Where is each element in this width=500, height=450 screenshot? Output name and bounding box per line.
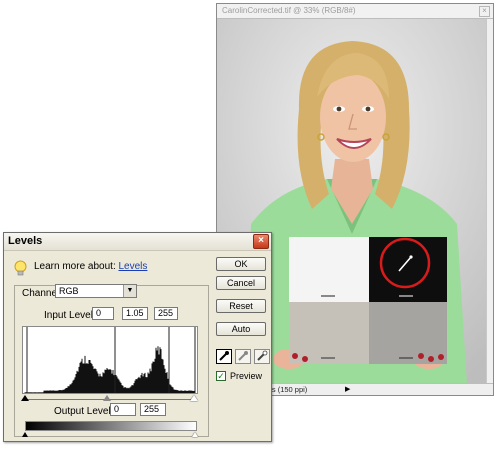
- input-black-slider-handle[interactable]: [21, 395, 29, 401]
- input-white-slider-handle[interactable]: [190, 395, 198, 401]
- white-point-eyedropper-icon[interactable]: [254, 349, 270, 364]
- lightbulb-icon: [14, 260, 27, 276]
- gray-point-eyedropper-icon[interactable]: [235, 349, 251, 364]
- channel-value: RGB: [59, 286, 79, 296]
- output-white-field[interactable]: 255: [140, 403, 166, 416]
- auto-button[interactable]: Auto: [216, 322, 266, 336]
- histogram: [22, 326, 198, 394]
- vertical-scrollbar[interactable]: [486, 19, 493, 385]
- dialog-titlebar[interactable]: Levels ×: [4, 233, 271, 251]
- learn-more-link[interactable]: Levels: [119, 261, 148, 272]
- image-window-close-button[interactable]: ×: [479, 6, 490, 17]
- input-gamma-slider-handle[interactable]: [103, 395, 111, 401]
- output-white-slider-handle[interactable]: [192, 432, 198, 437]
- ok-button[interactable]: OK: [216, 257, 266, 271]
- output-black-slider-handle[interactable]: [22, 432, 28, 437]
- learn-more-prefix: Learn more about:: [34, 261, 116, 272]
- gray-card: [289, 237, 447, 364]
- levels-dialog: Levels × Learn more about: Levels Channe…: [3, 232, 272, 442]
- preview-checkbox[interactable]: ✓: [216, 371, 226, 381]
- input-black-field[interactable]: 0: [92, 307, 114, 320]
- cancel-button[interactable]: Cancel: [216, 276, 266, 290]
- input-gamma-field[interactable]: 1.05: [122, 307, 148, 320]
- image-window-titlebar[interactable]: CarolinCorrected.tif @ 33% (RGB/8#) ×: [217, 4, 493, 19]
- output-black-field[interactable]: 0: [110, 403, 136, 416]
- black-point-eyedropper-icon[interactable]: [216, 349, 232, 364]
- dialog-close-button[interactable]: ×: [253, 234, 269, 249]
- chevron-down-icon[interactable]: ▼: [123, 285, 136, 297]
- dialog-title: Levels: [8, 235, 43, 247]
- output-levels-label: Output Levels:: [54, 406, 119, 417]
- histogram-graph: [24, 327, 196, 393]
- reset-button[interactable]: Reset: [216, 299, 266, 313]
- input-white-field[interactable]: 255: [154, 307, 178, 320]
- image-window-title: CarolinCorrected.tif @ 33% (RGB/8#): [222, 6, 356, 15]
- status-menu-arrow-icon[interactable]: ▶: [345, 385, 350, 393]
- learn-more-text: Learn more about: Levels: [34, 261, 147, 272]
- channel-select[interactable]: RGB ▼: [55, 284, 137, 298]
- preview-label: Preview: [230, 371, 263, 381]
- output-gradient-bar: [25, 421, 197, 431]
